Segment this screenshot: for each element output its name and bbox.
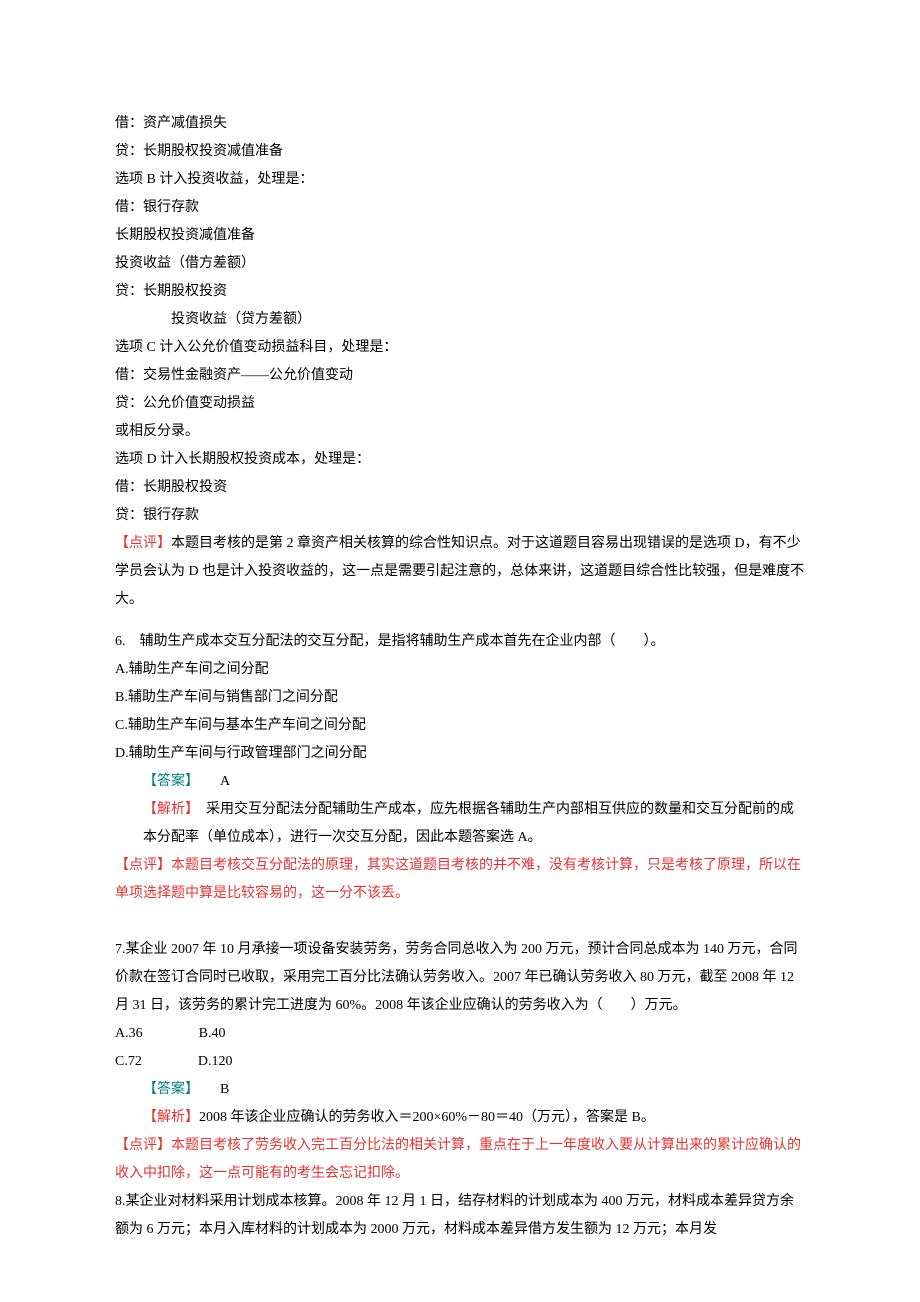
question-6-jiexi: 【解析】 采用交互分配法分配辅助生产成本，应先根据各辅助生产内部相互供应的数量和… [115,796,805,852]
question-8-stem: 8.某企业对材料采用计划成本核算。2008 年 12 月 1 日，结存材料的计划… [115,1188,805,1244]
dianping-label: 【点评】 [115,1138,171,1153]
question-6-dianping: 【点评】本题目考核交互分配法的原理，其实这道题目考核的并不难，没有考核计算，只是… [115,852,805,908]
jiexi-text: 采用交互分配法分配辅助生产成本，应先根据各辅助生产内部相互供应的数量和交互分配前… [143,802,794,845]
question-6-option-c: C.辅助生产车间与基本生产车间之间分配 [115,712,805,740]
text-line: 贷：银行存款 [115,502,805,530]
question-6-stem: 6. 辅助生产成本交互分配法的交互分配，是指将辅助生产成本首先在企业内部（ ）。 [115,628,805,656]
text-line: 借：长期股权投资 [115,474,805,502]
text-line: 借：资产减值损失 [115,110,805,138]
text-line: 或相反分录。 [115,418,805,446]
text-line: 长期股权投资减值准备 [115,222,805,250]
answer-label: 【答案】 [143,774,192,789]
dianping-text: 本题目考核交互分配法的原理，其实这道题目考核的并不难，没有考核计算，只是考核了原… [115,858,801,901]
dianping-label: 【点评】 [115,536,171,551]
question-7-dianping: 【点评】本题目考核了劳务收入完工百分比法的相关计算，重点在于上一年度收入要从计算… [115,1132,805,1188]
comment-block: 【点评】本题目考核的是第 2 章资产相关核算的综合性知识点。对于这道题目容易出现… [115,530,805,614]
jiexi-text: 2008 年该企业应确认的劳务收入＝200×60%－80＝40（万元），答案是 … [199,1110,655,1125]
text-line: 选项 D 计入长期股权投资成本，处理是： [115,446,805,474]
jiexi-label: 【解析】 [143,1110,199,1125]
text-line: 贷：公允价值变动损益 [115,390,805,418]
answer-text: B [192,1082,229,1097]
answer-text: A [192,774,230,789]
dianping-text: 本题目考核的是第 2 章资产相关核算的综合性知识点。对于这道题目容易出现错误的是… [115,536,804,607]
question-6-option-a: A.辅助生产车间之间分配 [115,656,805,684]
question-7-jiexi: 【解析】2008 年该企业应确认的劳务收入＝200×60%－80＝40（万元），… [115,1104,805,1132]
question-7-answer: 【答案】 B [115,1076,805,1104]
question-6-option-d: D.辅助生产车间与行政管理部门之间分配 [115,740,805,768]
jiexi-label: 【解析】 [143,802,192,817]
dianping-label: 【点评】 [115,858,171,873]
question-7-stem: 7.某企业 2007 年 10 月承接一项设备安装劳务，劳务合同总收入为 200… [115,936,805,1020]
text-line: 选项 C 计入公允价值变动损益科目，处理是： [115,334,805,362]
dianping-text: 本题目考核了劳务收入完工百分比法的相关计算，重点在于上一年度收入要从计算出来的累… [115,1138,801,1181]
text-line: 投资收益（借方差额） [115,250,805,278]
question-7-options-ab: A.36 B.40 [115,1020,805,1048]
question-7-options-cd: C.72 D.120 [115,1048,805,1076]
text-line: 投资收益（贷方差额） [115,306,805,334]
text-line: 借：交易性金融资产——公允价值变动 [115,362,805,390]
text-line: 贷：长期股权投资减值准备 [115,138,805,166]
text-line: 借：银行存款 [115,194,805,222]
answer-label: 【答案】 [143,1082,192,1097]
text-line: 贷：长期股权投资 [115,278,805,306]
question-6-answer: 【答案】 A [115,768,805,796]
question-6-option-b: B.辅助生产车间与销售部门之间分配 [115,684,805,712]
text-line: 选项 B 计入投资收益，处理是： [115,166,805,194]
